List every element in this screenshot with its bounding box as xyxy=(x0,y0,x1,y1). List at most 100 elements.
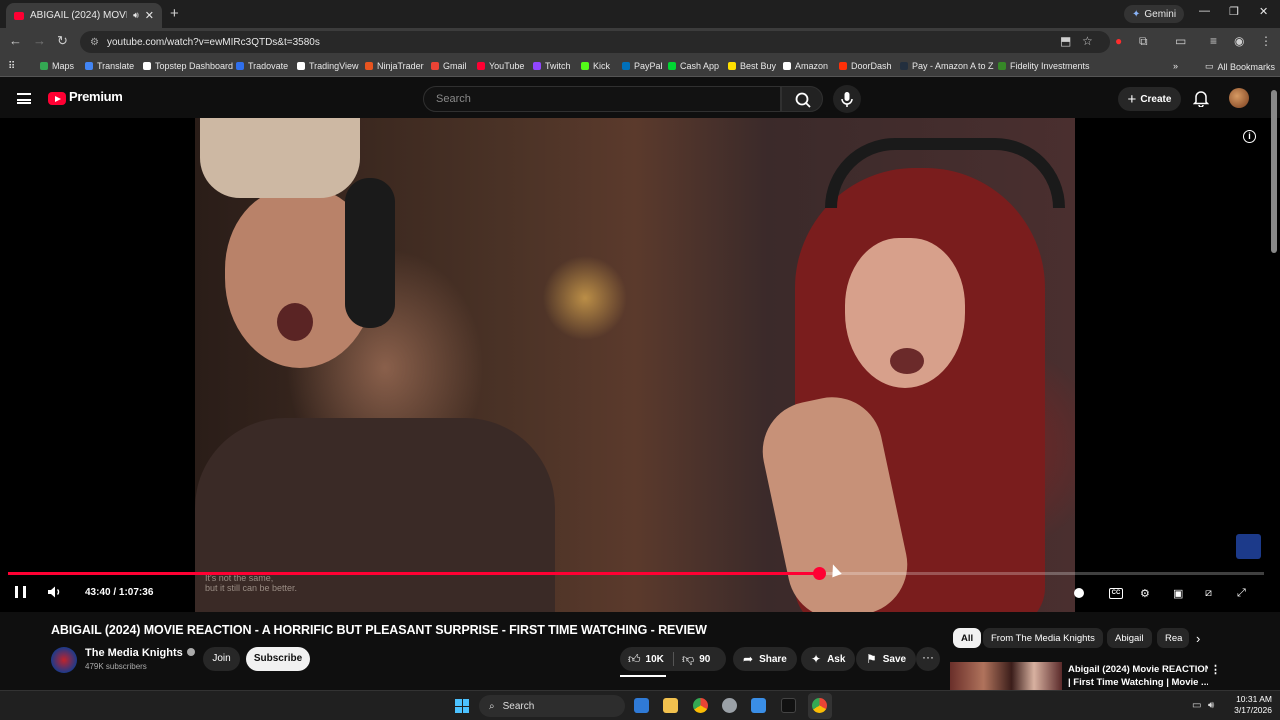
bookmark-fidelity[interactable]: Fidelity Investments xyxy=(998,61,1090,71)
all-bookmarks[interactable]: ▭ All Bookmarks xyxy=(1205,61,1275,72)
windows-start-icon[interactable] xyxy=(455,699,469,713)
chrome-active-app-icon[interactable] xyxy=(812,698,827,713)
bookmark-topstep[interactable]: Topstep Dashboard xyxy=(143,61,233,71)
like-button[interactable]: 👍︎ 10K xyxy=(628,647,664,671)
outlook-app-icon[interactable] xyxy=(634,698,649,713)
channel-avatar[interactable] xyxy=(51,647,77,673)
bookmark-youtube[interactable]: YouTube xyxy=(477,61,524,71)
maps-icon xyxy=(40,62,48,70)
chip-abigail[interactable]: Abigail xyxy=(1107,628,1152,648)
back-arrow-icon[interactable]: ← xyxy=(9,33,22,48)
profile-icon[interactable]: ◉ xyxy=(1234,34,1244,48)
more-actions-icon[interactable]: ··· xyxy=(916,647,940,671)
tradingview-app-icon[interactable] xyxy=(781,698,796,713)
subscribe-button[interactable]: Subscribe xyxy=(246,647,310,671)
autoplay-toggle[interactable] xyxy=(1074,588,1084,598)
minimize-icon[interactable]: — xyxy=(1199,5,1210,17)
gmail-icon xyxy=(431,62,439,70)
fullscreen-icon[interactable]: ⤢ xyxy=(1237,587,1246,600)
share-button[interactable]: ➦ Share xyxy=(733,647,797,671)
youtube-favicon-icon xyxy=(14,11,24,20)
apps-grid-icon[interactable]: ⠿ xyxy=(8,61,15,72)
save-button[interactable]: ⚑ Save xyxy=(856,647,917,671)
bookmark-ninjatrader[interactable]: NinjaTrader xyxy=(365,61,424,71)
store-app-icon[interactable] xyxy=(751,698,766,713)
browser-tab-active[interactable]: ABIGAIL (2024) MOVIE REAC 🔊︎ ✕ xyxy=(6,3,162,28)
bookmark-star-icon[interactable]: ☆ xyxy=(1082,34,1093,48)
captions-icon[interactable]: CC xyxy=(1109,588,1123,599)
notifications-bell-icon[interactable] xyxy=(1193,89,1209,107)
speaker-tray-icon[interactable]: 🔊︎ xyxy=(1208,700,1214,711)
taskbar-search[interactable]: ⌕ Search xyxy=(479,695,625,717)
hamburger-menu-icon[interactable] xyxy=(17,93,31,104)
twitch-icon xyxy=(533,62,541,70)
youtube-logo-icon[interactable] xyxy=(48,92,66,105)
chrome-app-icon[interactable] xyxy=(693,698,708,713)
install-app-icon[interactable]: ⬒ xyxy=(1060,34,1071,48)
recommended-menu-icon[interactable]: ⋮ xyxy=(1210,663,1221,676)
speaker-icon[interactable]: 🔊︎ xyxy=(133,10,139,21)
new-tab-button[interactable]: + xyxy=(170,5,179,22)
clock[interactable]: 10:31 AM 3/17/2026 xyxy=(1226,694,1272,716)
cast-icon[interactable]: ⧄ xyxy=(1205,587,1212,600)
youtube-premium-logo[interactable]: Premium xyxy=(69,89,123,104)
forward-arrow-icon[interactable]: → xyxy=(33,33,46,48)
channel-watermark-icon[interactable] xyxy=(1236,534,1261,559)
bookmark-translate[interactable]: Translate xyxy=(85,61,134,71)
search-button[interactable] xyxy=(781,86,823,112)
page-scrollbar[interactable] xyxy=(1271,90,1277,253)
bookmark-bestbuy[interactable]: Best Buy xyxy=(728,61,776,71)
progress-bar[interactable] xyxy=(8,567,1264,580)
channel-name[interactable]: The Media Knights xyxy=(85,647,195,659)
recommended-thumbnail[interactable] xyxy=(950,662,1062,690)
bookmark-maps[interactable]: Maps xyxy=(40,61,74,71)
bookmark-kick[interactable]: Kick xyxy=(581,61,610,71)
account-avatar[interactable] xyxy=(1229,88,1249,108)
amazon-pay-icon xyxy=(900,62,908,70)
chip-all[interactable]: All xyxy=(953,628,982,648)
bookmark-twitch[interactable]: Twitch xyxy=(533,61,571,71)
site-info-icon[interactable]: ⚙ xyxy=(90,37,99,48)
settings-gear-icon[interactable]: ⚙ xyxy=(1140,587,1150,600)
address-bar[interactable]: ⚙ youtube.com/watch?v=ewMIRc3QTDs&t=3580… xyxy=(80,31,1110,53)
volume-icon[interactable] xyxy=(47,585,63,599)
ask-button[interactable]: ✦ Ask xyxy=(801,647,856,671)
chip-next-icon[interactable]: › xyxy=(1196,631,1200,646)
bookmarks-overflow-icon[interactable]: » xyxy=(1173,61,1178,71)
bookmark-amazon-atoz[interactable]: Pay - Amazon A to Z xyxy=(900,61,994,71)
miniplayer-icon[interactable]: ▣ xyxy=(1173,587,1183,600)
chip-from-channel[interactable]: From The Media Knights xyxy=(983,628,1103,648)
bookmark-amazon[interactable]: Amazon xyxy=(783,61,828,71)
tab-close-icon[interactable]: ✕ xyxy=(145,9,154,22)
windows-taskbar: ⌕ Search ▭ 🔊︎ 10:31 AM 3/17/2026 xyxy=(0,690,1280,720)
chip-reaction[interactable]: Rea xyxy=(1157,628,1189,648)
voice-search-button[interactable] xyxy=(833,85,861,113)
video-frame[interactable]: It's not the same, but it still can be b… xyxy=(195,118,1075,612)
pause-icon[interactable] xyxy=(15,586,26,598)
display-icon[interactable]: ▭ xyxy=(1192,700,1201,711)
create-button[interactable]: + Create xyxy=(1118,87,1181,111)
recommended-title[interactable]: Abigail (2024) Movie REACTION | First Ti… xyxy=(1068,663,1208,689)
bookmark-paypal[interactable]: PayPal xyxy=(622,61,663,71)
bookmark-tradingview[interactable]: TradingView xyxy=(297,61,359,71)
window-close-icon[interactable]: ✕ xyxy=(1259,5,1268,18)
bookmark-doordash[interactable]: DoorDash xyxy=(839,61,892,71)
bookmark-gmail[interactable]: Gmail xyxy=(431,61,467,71)
bookmark-cashapp[interactable]: Cash App xyxy=(668,61,719,71)
search-input[interactable]: Search xyxy=(423,86,781,112)
file-explorer-icon[interactable] xyxy=(663,698,678,713)
extensions-puzzle-icon[interactable]: ⧉ xyxy=(1139,34,1148,49)
tab-search-icon[interactable]: ▭ xyxy=(1175,34,1186,48)
gemini-button[interactable]: ✦ Gemini xyxy=(1124,5,1185,23)
video-player[interactable]: It's not the same, but it still can be b… xyxy=(0,118,1280,612)
join-button[interactable]: Join xyxy=(203,647,240,671)
browser-menu-icon[interactable]: ⋮ xyxy=(1260,34,1272,48)
settings-app-icon[interactable] xyxy=(722,698,737,713)
dislike-button[interactable]: 👎︎ 90 xyxy=(682,647,710,671)
media-control-icon[interactable]: ≡ xyxy=(1210,34,1217,48)
extension-red-icon[interactable]: ● xyxy=(1115,34,1122,48)
reload-icon[interactable]: ↻ xyxy=(57,33,68,49)
restore-icon[interactable]: ❐ xyxy=(1229,5,1239,18)
bookmark-tradovate[interactable]: Tradovate xyxy=(236,61,288,71)
video-info-icon[interactable]: i xyxy=(1243,130,1256,143)
